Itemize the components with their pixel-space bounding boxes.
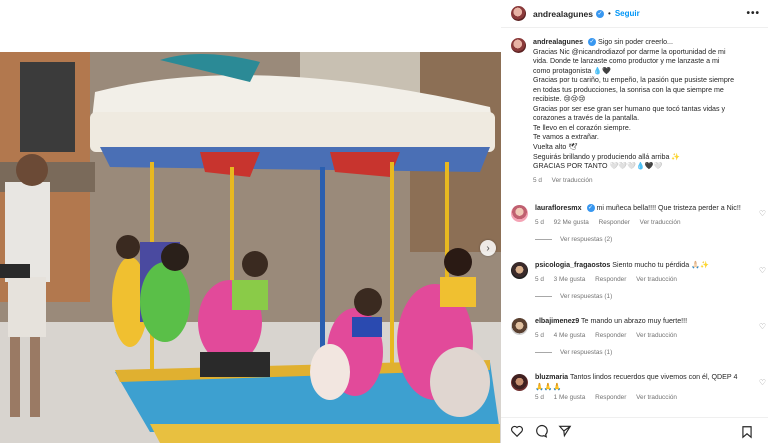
comment-username[interactable]: elbajimenez9 bbox=[535, 317, 579, 325]
comment-icon[interactable] bbox=[534, 424, 548, 438]
carousel-next-button[interactable]: › bbox=[480, 240, 496, 256]
comment-time: 5 d bbox=[535, 218, 544, 226]
caption-line: recibiste. 😢😢😢 bbox=[533, 95, 586, 104]
caption-line: Gracias por ser ese gran ser humano que … bbox=[533, 104, 726, 113]
author-username[interactable]: andrealagunes bbox=[533, 9, 593, 19]
comment-item: elbajimenez9 Te mando un abrazo muy fuer… bbox=[511, 317, 768, 356]
comment-text: Siento mucho tu pérdida 🙏🏻✨ bbox=[612, 261, 709, 269]
caption-line: Vuelta alto 🕊 bbox=[533, 143, 578, 152]
comment-item: laurafloresmx ✓ mi muñeca bella!!!! Que … bbox=[511, 204, 768, 243]
reply-button[interactable]: Responder bbox=[599, 219, 630, 226]
post-header: andrealagunes ✓ • Seguir ••• bbox=[501, 0, 768, 28]
post-time: 5 d bbox=[533, 176, 542, 184]
post-photo[interactable] bbox=[0, 52, 501, 443]
heart-icon[interactable]: ♡ bbox=[759, 209, 766, 218]
avatar[interactable] bbox=[511, 262, 528, 279]
reply-button[interactable]: Responder bbox=[595, 394, 626, 401]
avatar[interactable] bbox=[511, 318, 528, 335]
post-side-panel: andrealagunes ✓ • Seguir ••• andrealagun… bbox=[501, 0, 768, 443]
caption-username[interactable]: andrealagunes bbox=[533, 38, 583, 46]
comment-likes[interactable]: 4 Me gusta bbox=[554, 332, 586, 339]
follow-button[interactable]: Seguir bbox=[615, 9, 640, 18]
comment-username[interactable]: psicologia_fragaostos bbox=[535, 261, 610, 269]
view-replies-label: Ver respuestas (2) bbox=[560, 236, 613, 243]
verified-badge-icon: ✓ bbox=[588, 38, 597, 47]
caption-line: Gracias Nic @nicandrodiazof por darme la… bbox=[533, 47, 726, 56]
replies-divider bbox=[535, 296, 552, 297]
carousel-photo-illustration bbox=[0, 52, 501, 443]
comment-text: Te mando un abrazo muy fuerte!!! bbox=[581, 317, 688, 325]
post-actions-bar bbox=[501, 417, 768, 443]
view-replies-button[interactable]: Ver respuestas (2) bbox=[535, 236, 768, 243]
comment-username[interactable]: bluzmaria bbox=[535, 373, 568, 381]
view-replies-label: Ver respuestas (1) bbox=[560, 293, 613, 300]
verified-badge-icon: ✓ bbox=[586, 204, 595, 213]
post-media-area: › bbox=[0, 0, 501, 443]
caption-line: en todas tus producciones, la sonrisa co… bbox=[533, 85, 724, 94]
more-options-icon[interactable]: ••• bbox=[746, 8, 760, 19]
share-icon[interactable] bbox=[558, 424, 572, 438]
caption-line: vida. Donde te lanzaste como productor y… bbox=[533, 57, 720, 66]
view-replies-button[interactable]: Ver respuestas (1) bbox=[535, 349, 768, 356]
caption-line: GRACIAS POR TANTO 🤍🤍🤍💧🖤🤍 bbox=[533, 162, 663, 171]
heart-icon[interactable]: ♡ bbox=[759, 322, 766, 331]
comment-likes[interactable]: 92 Me gusta bbox=[554, 219, 589, 226]
see-translation-link[interactable]: Ver traducción bbox=[636, 276, 677, 283]
heart-icon[interactable]: ♡ bbox=[759, 378, 766, 387]
post-caption: andrealagunes ✓ Sigo sin poder creerlo..… bbox=[511, 38, 761, 185]
caption-line: como protagonista 💧🖤 bbox=[533, 66, 611, 75]
comment-time: 5 d bbox=[535, 394, 544, 401]
comment-item: bluzmaria Tantos lindos recuerdos que vi… bbox=[511, 373, 768, 403]
comment-username[interactable]: laurafloresmx bbox=[535, 204, 582, 212]
caption-meta: 5 d Ver traducción bbox=[533, 176, 761, 186]
chevron-right-icon: › bbox=[486, 242, 490, 254]
comment-likes[interactable]: 3 Me gusta bbox=[554, 276, 586, 283]
avatar[interactable] bbox=[511, 205, 528, 222]
comment-time: 5 d bbox=[535, 275, 544, 283]
see-translation-link[interactable]: Ver traducción bbox=[552, 177, 593, 184]
avatar[interactable] bbox=[511, 374, 528, 391]
avatar[interactable] bbox=[511, 6, 526, 21]
bookmark-icon[interactable] bbox=[740, 425, 754, 439]
caption-line: Te llevo en el corazón siempre. bbox=[533, 123, 631, 132]
comment-likes[interactable]: 1 Me gusta bbox=[554, 394, 586, 401]
see-translation-link[interactable]: Ver traducción bbox=[640, 219, 681, 226]
comment-item: psicologia_fragaostos Siento mucho tu pé… bbox=[511, 261, 768, 300]
replies-divider bbox=[535, 352, 552, 353]
view-replies-button[interactable]: Ver respuestas (1) bbox=[535, 293, 768, 300]
see-translation-link[interactable]: Ver traducción bbox=[636, 394, 677, 401]
comment-text: mi muñeca bella!!!! Que tristeza perder … bbox=[596, 204, 741, 212]
comment-text-continued: 🙏🙏🙏 bbox=[535, 382, 562, 391]
caption-line: Te vamos a extrañar. bbox=[533, 133, 599, 142]
view-replies-label: Ver respuestas (1) bbox=[560, 349, 613, 356]
caption-line: Seguirás brillando y produciendo allá ar… bbox=[533, 152, 681, 161]
reply-button[interactable]: Responder bbox=[595, 332, 626, 339]
comment-text: Tantos lindos recuerdos que vivemos con … bbox=[569, 373, 738, 381]
see-translation-link[interactable]: Ver traducción bbox=[636, 332, 677, 339]
reply-button[interactable]: Responder bbox=[595, 276, 626, 283]
heart-icon[interactable] bbox=[510, 424, 524, 438]
caption-line: corazones a través de la pantalla. bbox=[533, 114, 640, 123]
verified-badge-icon: ✓ bbox=[596, 9, 604, 18]
caption-line: Sigo sin poder creerlo... bbox=[598, 38, 673, 46]
caption-line: Gracias por tu cariño, tu empeño, la pas… bbox=[533, 76, 735, 85]
heart-icon[interactable]: ♡ bbox=[759, 266, 766, 275]
separator-dot: • bbox=[608, 9, 611, 18]
replies-divider bbox=[535, 239, 552, 240]
avatar[interactable] bbox=[511, 38, 526, 53]
comment-time: 5 d bbox=[535, 331, 544, 339]
